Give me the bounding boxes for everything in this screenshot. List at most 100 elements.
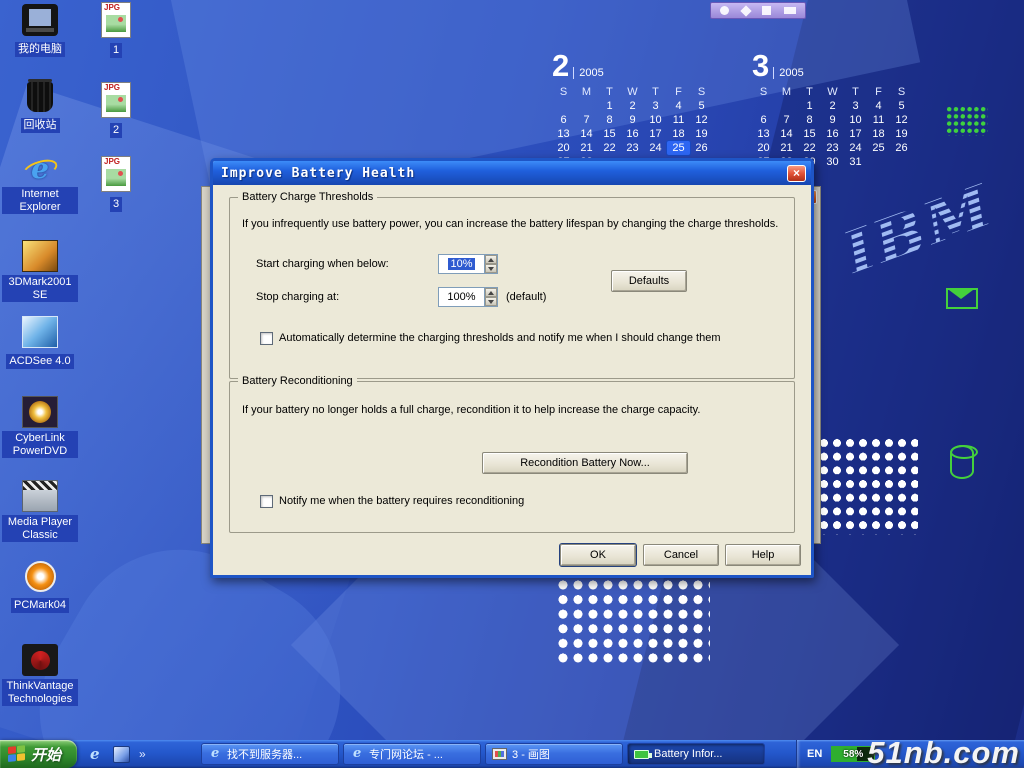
calendar-day: 13 xyxy=(752,127,775,141)
start-button[interactable]: 开始 xyxy=(0,740,77,768)
calendar-grid: SMTWTFS123456789101112131415161718192021… xyxy=(752,85,913,169)
hotkey-tray-widget[interactable] xyxy=(710,2,806,19)
calendar-day: 14 xyxy=(775,127,798,141)
recycle-icon xyxy=(27,82,53,112)
calendar-day: 1 xyxy=(598,99,621,113)
stop-threshold-value: 100% xyxy=(439,288,484,306)
bolt-icon xyxy=(740,5,751,16)
calendar-day-header: W xyxy=(621,85,644,99)
calendar-day-header: M xyxy=(775,85,798,99)
calendar-day: 8 xyxy=(798,113,821,127)
calendar-day xyxy=(752,99,775,113)
jpg-file-icon-1[interactable]: JPG1 xyxy=(90,2,142,58)
spin-up-icon[interactable] xyxy=(485,288,497,297)
calendar-day: 2 xyxy=(621,99,644,113)
calendar-grid: SMTWTFS123456789101112131415161718192021… xyxy=(552,85,713,169)
jpg-file-label: 1 xyxy=(110,43,122,58)
calendar-day: 2 xyxy=(821,99,844,113)
calendar-day: 20 xyxy=(552,141,575,155)
taskbar-task[interactable]: Battery Infor... xyxy=(627,743,765,765)
desktop-icon-ie[interactable]: Internet Explorer xyxy=(1,152,79,215)
calendar-day-header: T xyxy=(844,85,867,99)
taskbar-task[interactable]: 找不到服务器... xyxy=(201,743,339,765)
calendar-day: 12 xyxy=(890,113,913,127)
desktop-icon-acdsee[interactable]: ACDSee 4.0 xyxy=(1,316,79,369)
calendar-year: 2005 xyxy=(773,67,803,79)
calendar-day: 20 xyxy=(752,141,775,155)
calendar-day-header: T xyxy=(598,85,621,99)
desktop-icon-pcmark[interactable]: PCMark04 xyxy=(1,560,79,613)
stop-charging-label: Stop charging at: xyxy=(256,291,339,303)
calendar-year: 2005 xyxy=(573,67,603,79)
recondition-battery-button[interactable]: Recondition Battery Now... xyxy=(482,452,688,474)
calendar-day: 7 xyxy=(575,113,598,127)
desktop-icon-label: ThinkVantage Technologies xyxy=(2,679,78,706)
stop-threshold-input[interactable]: 100% xyxy=(438,287,498,307)
jpg-file-icon-2[interactable]: JPG2 xyxy=(90,82,142,138)
spin-down-icon[interactable] xyxy=(485,264,497,273)
battery-charge-thresholds-group: Battery Charge Thresholds If you infrequ… xyxy=(229,197,795,379)
desktop-icon-mark3d[interactable]: 3DMark2001 SE xyxy=(1,240,79,303)
calendar-day: 11 xyxy=(867,113,890,127)
desktop-icon-label: 回收站 xyxy=(21,118,60,133)
calendar-day: 14 xyxy=(575,127,598,141)
stop-threshold-spinner[interactable] xyxy=(484,288,497,306)
ok-button[interactable]: OK xyxy=(560,544,636,566)
database-cylinder-icon xyxy=(950,445,974,479)
spin-down-icon[interactable] xyxy=(485,297,497,306)
calendar-month-header: 3 2005 xyxy=(752,50,913,81)
mpc-icon xyxy=(22,480,58,512)
help-button[interactable]: Help xyxy=(725,544,801,566)
cancel-button[interactable]: Cancel xyxy=(643,544,719,566)
defaults-button[interactable]: Defaults xyxy=(611,270,687,292)
calendar-day: 1 xyxy=(798,99,821,113)
battery-icon xyxy=(634,750,649,759)
internet-explorer-icon[interactable] xyxy=(87,746,104,763)
battery-health-dialog: Improve Battery Health × Battery Charge … xyxy=(210,158,814,578)
quick-launch-overflow-chevron[interactable]: » xyxy=(139,746,146,763)
desktop-icon-thinkvantage[interactable]: ThinkVantage Technologies xyxy=(1,644,79,707)
desktop-icon-label: CyberLink PowerDVD xyxy=(2,431,78,458)
ie-icon xyxy=(208,747,222,761)
windows-flag-icon xyxy=(8,745,26,763)
calendar-day: 16 xyxy=(821,127,844,141)
media-app-icon[interactable] xyxy=(113,746,130,763)
calendar-day: 7 xyxy=(775,113,798,127)
notify-reconditioning-checkbox[interactable] xyxy=(260,495,273,508)
dialog-title-bar[interactable]: Improve Battery Health × xyxy=(213,161,811,185)
thresholds-description: If you infrequently use battery power, y… xyxy=(242,218,787,232)
calendar-day: 12 xyxy=(690,113,713,127)
ibm-logo: IBM xyxy=(835,172,1004,291)
desktop-icon-mpc[interactable]: Media Player Classic xyxy=(1,480,79,543)
calendar-day: 9 xyxy=(821,113,844,127)
calendar-day: 26 xyxy=(690,141,713,155)
start-threshold-input[interactable]: 10% xyxy=(438,254,498,274)
reconditioning-description: If your battery no longer holds a full c… xyxy=(242,404,787,418)
desktop-icon-label: 我的电脑 xyxy=(15,42,65,57)
close-icon[interactable]: × xyxy=(787,165,806,182)
spin-up-icon[interactable] xyxy=(485,255,497,264)
jpg-badge: JPG xyxy=(104,158,120,166)
taskbar-task[interactable]: 专门网论坛 - ... xyxy=(343,743,481,765)
acdsee-icon xyxy=(22,316,58,348)
ie-icon xyxy=(22,152,58,184)
calendar-day: 24 xyxy=(644,141,667,155)
desktop-icon-label: ACDSee 4.0 xyxy=(6,354,73,369)
taskbar-task[interactable]: 3 - 画图 xyxy=(485,743,623,765)
calendar-day-header: W xyxy=(821,85,844,99)
calendar-month-number: 3 xyxy=(752,50,769,81)
desktop-icon-mycomputer[interactable]: 我的电脑 xyxy=(1,4,79,57)
auto-thresholds-checkbox[interactable] xyxy=(260,332,273,345)
calendar-day: 10 xyxy=(644,113,667,127)
powerdvd-icon xyxy=(22,396,58,428)
language-indicator[interactable]: EN xyxy=(807,748,822,760)
desktop-icon-powerdvd[interactable]: CyberLink PowerDVD xyxy=(1,396,79,459)
thinkvantage-icon xyxy=(22,644,58,676)
mark3d-icon xyxy=(22,240,58,272)
calendar-day xyxy=(775,99,798,113)
battery-reconditioning-group: Battery Reconditioning If your battery n… xyxy=(229,381,795,533)
jpg-file-icon-3[interactable]: JPG3 xyxy=(90,156,142,212)
calendar-day: 9 xyxy=(621,113,644,127)
desktop-icon-recycle[interactable]: 回收站 xyxy=(1,82,79,133)
start-threshold-spinner[interactable] xyxy=(484,255,497,273)
